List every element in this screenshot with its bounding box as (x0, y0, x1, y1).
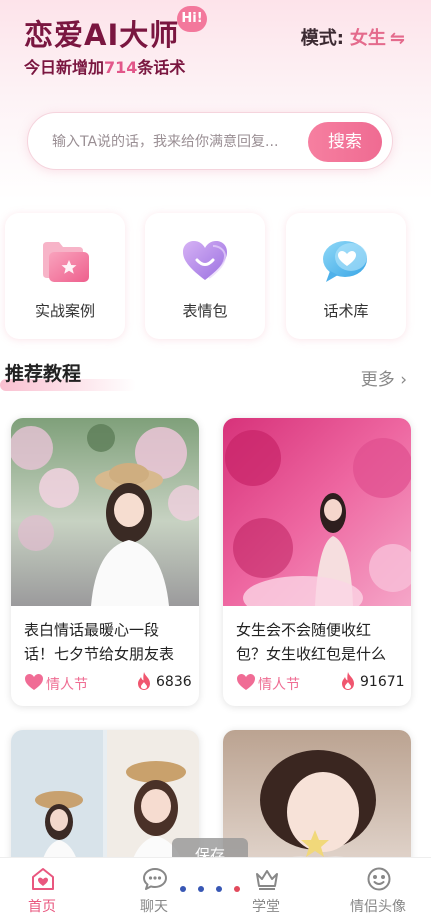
article-tag: 情人节 (258, 677, 300, 693)
indicator-dot (216, 886, 222, 892)
feature-label-stickers: 表情包 (182, 302, 228, 320)
subtitle-prefix: 今日新增加 (24, 58, 105, 77)
heat-count: 91671 (360, 674, 405, 690)
face-icon (367, 867, 391, 891)
tab-label-chat: 聊天 (140, 899, 168, 915)
mode-value: 女生 (349, 28, 386, 49)
heart-icon (237, 674, 255, 690)
section-title: 推荐教程 (5, 363, 82, 385)
folder-star-icon (43, 242, 89, 282)
mode-label: 模式: (300, 28, 344, 49)
feature-label-library: 话术库 (323, 302, 369, 320)
article-card[interactable]: 表白情话最暖心一段话！七夕节给女朋友表白的话 情人节 6836 (11, 418, 199, 706)
new-count: 714 (104, 58, 138, 77)
article-tag: 情人节 (46, 677, 88, 693)
feature-label-cases: 实战案例 (34, 302, 95, 320)
search-input[interactable]: 输入TA说的话，我来给你满意回复... (52, 113, 304, 171)
article-photo (11, 418, 199, 606)
subtitle-suffix: 条话术 (137, 58, 186, 77)
more-label: 更多 (360, 370, 395, 390)
article-title: 表白情话最暖心一段话！七夕节给女朋友表白的话 (24, 621, 175, 663)
fire-icon (342, 672, 354, 690)
heart-icon (25, 674, 43, 690)
chat-heart-icon (323, 241, 367, 282)
article-photo (223, 418, 411, 606)
tab-label-couple-avatar: 情侣头像 (350, 899, 406, 915)
feature-card-stickers[interactable]: 表情包 (145, 213, 265, 339)
heart-smile-icon (183, 241, 227, 280)
tab-label-home: 首页 (28, 899, 56, 915)
heat-count: 6836 (156, 674, 192, 690)
indicator-dot (180, 886, 186, 892)
swap-icon[interactable]: ⇋ (390, 28, 405, 49)
tab-home[interactable]: 首页 (2, 858, 82, 917)
tab-couple-avatar[interactable]: 情侣头像 (338, 858, 418, 917)
page-indicator (176, 886, 246, 896)
search-bar[interactable]: 输入TA说的话，我来给你满意回复... 搜索 (27, 112, 393, 170)
indicator-dot (234, 886, 240, 892)
app-title: 恋爱AI大师 (24, 18, 180, 52)
crown-icon (256, 870, 278, 890)
feature-card-cases[interactable]: 实战案例 (5, 213, 125, 339)
article-card[interactable]: 女生会不会随便收红包？女生收红包是什么意思 情人节 91671 (223, 418, 411, 706)
indicator-dot (198, 886, 204, 892)
mode-switch[interactable]: 模式: 女生 ⇋ (301, 24, 405, 50)
home-heart-icon (32, 868, 54, 890)
search-button[interactable]: 搜索 (308, 122, 382, 162)
tab-label-academy: 学堂 (252, 899, 280, 915)
feature-card-library[interactable]: 话术库 (286, 213, 406, 339)
more-link[interactable]: 更多 › (361, 365, 407, 390)
hi-badge: Hi! (177, 6, 207, 32)
article-title: 女生会不会随便收红包？女生收红包是什么意思 (236, 621, 387, 663)
chevron-right-icon: › (394, 370, 407, 390)
fire-icon (138, 672, 150, 690)
chat-bubble-icon (143, 868, 167, 890)
daily-count-text: 今日新增加714条话术 (24, 54, 185, 78)
